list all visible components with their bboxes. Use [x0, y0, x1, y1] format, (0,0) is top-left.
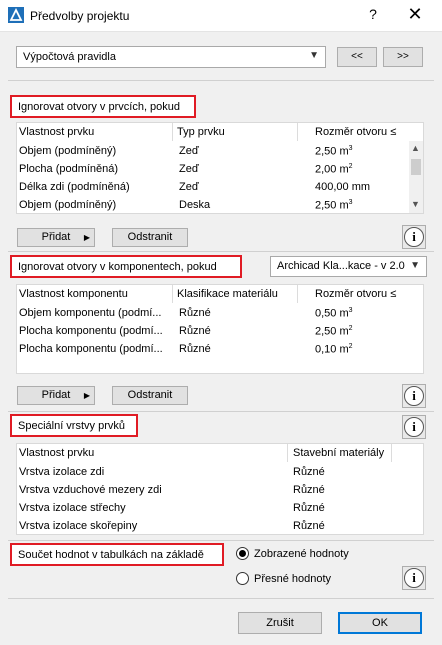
column-header-opening-size[interactable]: Rozměr otvoru ≤: [315, 288, 396, 300]
row-type: Zeď: [179, 145, 199, 157]
column-header-opening-size[interactable]: Rozměr otvoru ≤: [315, 126, 396, 138]
row-property: Plocha komponentu (podmí...: [19, 343, 163, 355]
row-classification: Různé: [179, 325, 211, 337]
row-size: 2,50 m2: [315, 325, 353, 338]
preset-select-value: Výpočtová pravidla: [23, 51, 116, 63]
caret-right-icon: ▶: [83, 233, 90, 242]
radio-dot: [239, 550, 246, 557]
column-separator: [172, 285, 173, 303]
preset-select[interactable]: Výpočtová pravidla ▼: [16, 46, 326, 68]
row-size: 2,00 m2: [315, 163, 353, 176]
help-button[interactable]: ?: [360, 6, 386, 26]
row-property: Objem (podmíněný): [19, 199, 117, 211]
radio-button[interactable]: [236, 572, 249, 585]
divider: [8, 411, 434, 412]
caret-right-icon: ▶: [83, 391, 90, 400]
row-size: 400,00 mm: [315, 181, 371, 193]
element-openings-table: Vlastnost prvku Typ prvku Rozměr otvoru …: [16, 122, 424, 214]
add-button-label: Přidat: [41, 389, 71, 401]
row-type: Zeď: [179, 181, 199, 193]
row-size: 0,10 m2: [315, 343, 353, 356]
row-size: 2,50 m3: [315, 199, 353, 212]
column-separator: [287, 444, 288, 462]
divider: [8, 540, 434, 541]
radio-button-selected[interactable]: [236, 547, 249, 560]
row-property: Plocha komponentu (podmí...: [19, 325, 163, 337]
previous-page-button[interactable]: <<: [337, 47, 377, 67]
row-property: Objem komponentu (podmí...: [19, 307, 162, 319]
next-page-button[interactable]: >>: [383, 47, 423, 67]
table-scrollbar[interactable]: ▲ ▼: [409, 141, 423, 213]
radio-label: Zobrazené hodnoty: [254, 547, 349, 560]
row-property: Vrstva izolace zdi: [19, 466, 105, 478]
chevron-down-icon: ▼: [410, 260, 420, 271]
special-layers-table: Vlastnost prvku Stavební materiály Vrstv…: [16, 443, 424, 535]
column-header-component-property[interactable]: Vlastnost komponentu: [19, 288, 128, 300]
scroll-up-icon[interactable]: ▲: [411, 143, 420, 153]
add-button-label: Přidat: [41, 231, 71, 243]
archicad-app-icon: [8, 7, 24, 23]
column-separator: [172, 123, 173, 141]
cancel-button[interactable]: Zrušit: [238, 612, 322, 634]
info-icon: i: [404, 568, 424, 588]
row-size: 0,50 m3: [315, 307, 353, 320]
row-property: Vrstva vzduchové mezery zdi: [19, 484, 162, 496]
info-icon: i: [404, 386, 424, 406]
radio-displayed-values[interactable]: Zobrazené hodnoty: [236, 547, 349, 560]
classification-select[interactable]: Archicad Kla...kace - v 2.0 ▼: [270, 256, 427, 277]
row-type: Zeď: [179, 163, 199, 175]
column-separator: [297, 285, 298, 303]
section-ignore-openings-in-components-header: Ignorovat otvory v komponentech, pokud: [10, 255, 242, 278]
row-property: Vrstva izolace skořepiny: [19, 520, 138, 532]
scrollbar-thumb[interactable]: [411, 159, 421, 175]
info-button[interactable]: i: [402, 225, 426, 249]
classification-select-value: Archicad Kla...kace - v 2.0: [277, 260, 405, 272]
radio-exact-values[interactable]: Přesné hodnoty: [236, 572, 331, 585]
divider: [8, 598, 434, 599]
row-material: Různé: [293, 466, 325, 478]
column-header-building-materials[interactable]: Stavební materiály: [293, 447, 384, 459]
row-property: Vrstva izolace střechy: [19, 502, 126, 514]
close-button[interactable]: ✕: [400, 4, 430, 26]
row-property: Objem (podmíněný): [19, 145, 117, 157]
row-classification: Různé: [179, 307, 211, 319]
info-icon: i: [404, 227, 424, 247]
remove-button[interactable]: Odstranit: [112, 386, 188, 405]
radio-label: Přesné hodnoty: [254, 572, 332, 585]
remove-button[interactable]: Odstranit: [112, 228, 188, 247]
info-button[interactable]: i: [402, 384, 426, 408]
row-size: 2,50 m3: [315, 145, 353, 158]
section-sum-values-header: Součet hodnot v tabulkách na základě: [10, 543, 224, 566]
column-header-element-type[interactable]: Typ prvku: [177, 126, 225, 138]
info-icon: i: [404, 417, 424, 437]
section-special-element-layers-header: Speciální vrstvy prvků: [10, 414, 138, 437]
row-material: Různé: [293, 484, 325, 496]
component-openings-table: Vlastnost komponentu Klasifikace materiá…: [16, 284, 424, 374]
row-property: Délka zdi (podmíněná): [19, 181, 130, 193]
window-title: Předvolby projektu: [30, 9, 130, 23]
row-material: Různé: [293, 502, 325, 514]
row-property: Plocha (podmíněná): [19, 163, 119, 175]
title-bar: Předvolby projektu ? ✕: [0, 0, 442, 32]
ok-button[interactable]: OK: [338, 612, 422, 634]
row-classification: Různé: [179, 343, 211, 355]
add-button[interactable]: Přidat ▶: [17, 228, 95, 247]
info-button[interactable]: i: [402, 566, 426, 590]
column-separator: [297, 123, 298, 141]
row-material: Různé: [293, 520, 325, 532]
column-separator: [391, 444, 392, 462]
add-button[interactable]: Přidat ▶: [17, 386, 95, 405]
column-header-material-classification[interactable]: Klasifikace materiálu: [177, 288, 278, 300]
divider: [8, 80, 434, 81]
row-type: Deska: [179, 199, 211, 211]
column-header-element-property[interactable]: Vlastnost prvku: [19, 447, 94, 459]
chevron-down-icon: ▼: [309, 50, 319, 61]
info-button[interactable]: i: [402, 415, 426, 439]
section-ignore-openings-in-elements-header: Ignorovat otvory v prvcích, pokud: [10, 95, 196, 118]
column-header-element-property[interactable]: Vlastnost prvku: [19, 126, 94, 138]
divider: [8, 251, 434, 252]
scroll-down-icon[interactable]: ▼: [411, 199, 420, 209]
